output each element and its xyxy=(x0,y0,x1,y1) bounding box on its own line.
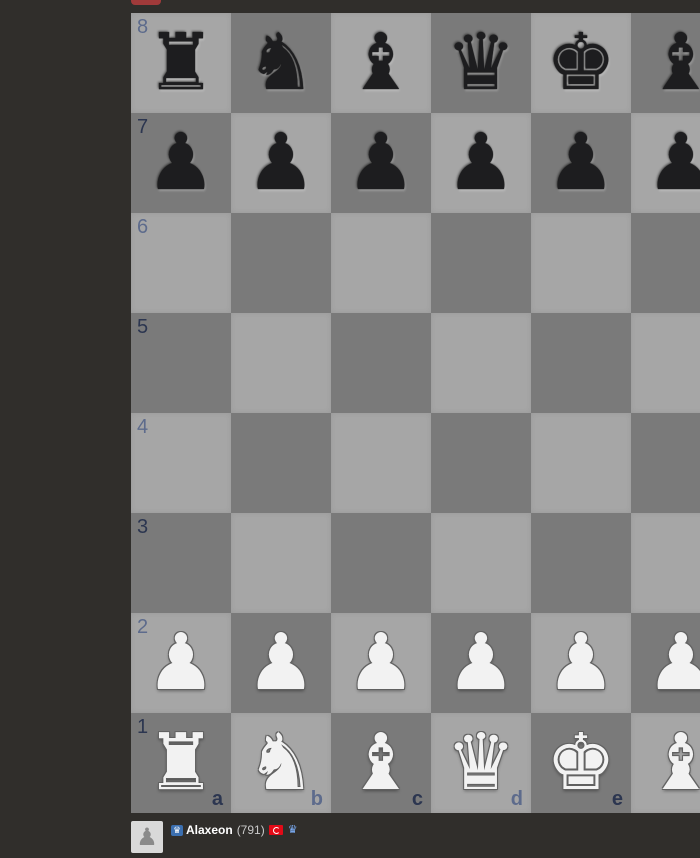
square-e7[interactable]: ♟ xyxy=(531,113,631,213)
pawn-avatar-icon: ♟ xyxy=(136,823,158,851)
player-avatar[interactable]: ♟ xyxy=(131,821,163,853)
square-f1[interactable]: ♝ xyxy=(631,713,700,813)
black-pawn-icon[interactable]: ♟ xyxy=(431,113,531,213)
square-a7[interactable]: 7 ♟ xyxy=(131,113,231,213)
square-e2[interactable]: ♟ xyxy=(531,613,631,713)
black-pawn-icon[interactable]: ♟ xyxy=(231,113,331,213)
square-b7[interactable]: ♟ xyxy=(231,113,331,213)
square-d8[interactable]: ♛ xyxy=(431,13,531,113)
white-pawn-icon[interactable]: ♟ xyxy=(431,613,531,713)
black-bishop-icon[interactable]: ♝ xyxy=(331,13,431,113)
square-b3[interactable] xyxy=(231,513,331,613)
white-queen-icon[interactable]: ♛ xyxy=(431,713,531,813)
square-e1[interactable]: e ♚ xyxy=(531,713,631,813)
square-c2[interactable]: ♟ xyxy=(331,613,431,713)
square-f2[interactable]: ♟ xyxy=(631,613,700,713)
crown-badge-icon: ♛ xyxy=(171,824,183,836)
square-d7[interactable]: ♟ xyxy=(431,113,531,213)
black-knight-icon[interactable]: ♞ xyxy=(231,13,331,113)
square-a2[interactable]: 2 ♟ xyxy=(131,613,231,713)
square-f3[interactable] xyxy=(631,513,700,613)
square-b1[interactable]: b ♞ xyxy=(231,713,331,813)
square-c8[interactable]: ♝ xyxy=(331,13,431,113)
black-pawn-icon[interactable]: ♟ xyxy=(631,113,700,213)
white-pawn-icon[interactable]: ♟ xyxy=(231,613,331,713)
white-knight-icon[interactable]: ♞ xyxy=(231,713,331,813)
black-queen-icon[interactable]: ♛ xyxy=(431,13,531,113)
square-a1[interactable]: 1 a ♜ xyxy=(131,713,231,813)
black-pawn-icon[interactable]: ♟ xyxy=(131,113,231,213)
square-a6[interactable]: 6 xyxy=(131,213,231,313)
turkey-flag-icon xyxy=(268,825,283,835)
square-a5[interactable]: 5 xyxy=(131,313,231,413)
square-c1[interactable]: c ♝ xyxy=(331,713,431,813)
rank-label: 6 xyxy=(137,216,149,238)
opponent-info-tab xyxy=(131,0,161,5)
black-bishop-icon[interactable]: ♝ xyxy=(631,13,700,113)
player-rating: (791) xyxy=(236,823,265,837)
black-pawn-icon[interactable]: ♟ xyxy=(531,113,631,213)
white-bishop-icon[interactable]: ♝ xyxy=(631,713,700,813)
white-pawn-icon[interactable]: ♟ xyxy=(631,613,700,713)
white-rook-icon[interactable]: ♜ xyxy=(131,713,231,813)
square-e4[interactable] xyxy=(531,413,631,513)
rank-label: 4 xyxy=(137,416,149,438)
player-username[interactable]: Alaxeon xyxy=(186,823,233,837)
white-bishop-icon[interactable]: ♝ xyxy=(331,713,431,813)
square-f6[interactable] xyxy=(631,213,700,313)
square-d6[interactable] xyxy=(431,213,531,313)
square-a4[interactable]: 4 xyxy=(131,413,231,513)
square-d4[interactable] xyxy=(431,413,531,513)
square-b2[interactable]: ♟ xyxy=(231,613,331,713)
player-bar: ♟ ♛ Alaxeon (791) ♛ xyxy=(131,821,299,853)
square-c4[interactable] xyxy=(331,413,431,513)
square-f8[interactable]: ♝ xyxy=(631,13,700,113)
square-e3[interactable] xyxy=(531,513,631,613)
rank-label: 3 xyxy=(137,516,149,538)
square-b5[interactable] xyxy=(231,313,331,413)
square-d5[interactable] xyxy=(431,313,531,413)
black-king-icon[interactable]: ♚ xyxy=(531,13,631,113)
white-pawn-icon[interactable]: ♟ xyxy=(131,613,231,713)
square-a8[interactable]: 8 ♜ xyxy=(131,13,231,113)
square-b4[interactable] xyxy=(231,413,331,513)
rank-label: 5 xyxy=(137,316,149,338)
square-f7[interactable]: ♟ xyxy=(631,113,700,213)
square-d3[interactable] xyxy=(431,513,531,613)
square-d1[interactable]: d ♛ xyxy=(431,713,531,813)
square-b6[interactable] xyxy=(231,213,331,313)
chess-board[interactable]: 8 ♜ ♞ ♝ ♛ ♚ ♝ 7 ♟ ♟ ♟ ♟ ♟ ♟ 6 5 4 3 2 ♟ ♟ ♟ ♟ ♟ ♟ 1 a ♜ b ♞ c ♝ d ♛ e ♚ ♝ xyxy=(131,13,700,813)
black-pawn-icon[interactable]: ♟ xyxy=(331,113,431,213)
white-king-icon[interactable]: ♚ xyxy=(531,713,631,813)
square-c6[interactable] xyxy=(331,213,431,313)
square-d2[interactable]: ♟ xyxy=(431,613,531,713)
square-c7[interactable]: ♟ xyxy=(331,113,431,213)
square-e6[interactable] xyxy=(531,213,631,313)
black-rook-icon[interactable]: ♜ xyxy=(131,13,231,113)
square-e8[interactable]: ♚ xyxy=(531,13,631,113)
white-pawn-icon[interactable]: ♟ xyxy=(531,613,631,713)
square-c5[interactable] xyxy=(331,313,431,413)
player-info: ♛ Alaxeon (791) ♛ xyxy=(171,823,299,837)
white-pawn-icon[interactable]: ♟ xyxy=(331,613,431,713)
square-e5[interactable] xyxy=(531,313,631,413)
square-a3[interactable]: 3 xyxy=(131,513,231,613)
square-b8[interactable]: ♞ xyxy=(231,13,331,113)
crown-membership-icon: ♛ xyxy=(287,823,298,836)
square-c3[interactable] xyxy=(331,513,431,613)
square-f4[interactable] xyxy=(631,413,700,513)
square-f5[interactable] xyxy=(631,313,700,413)
